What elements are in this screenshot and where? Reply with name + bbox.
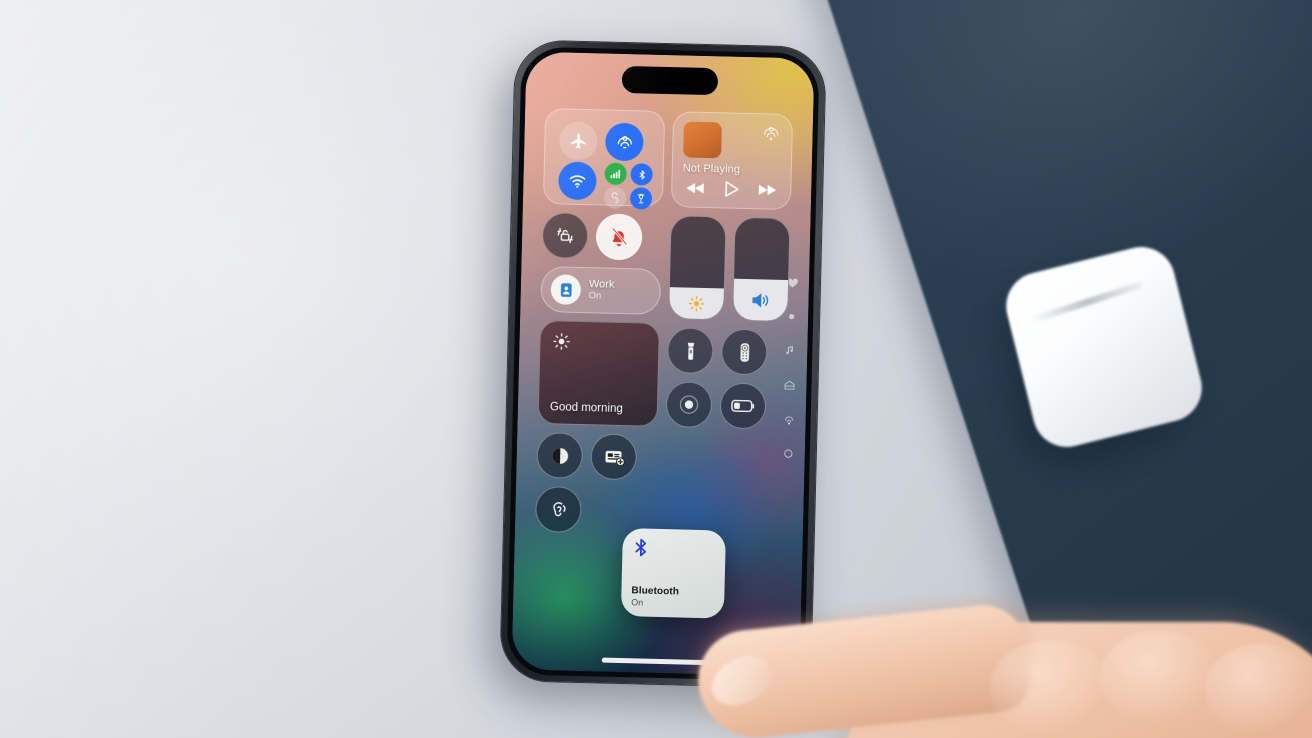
rewind-button[interactable] (686, 182, 705, 195)
cellular-data-button[interactable] (604, 162, 627, 186)
connectivity-module (542, 108, 666, 210)
knuckle (1205, 644, 1312, 734)
now-playing-module[interactable]: Not Playing (670, 111, 794, 211)
shortcut-widget-good-morning[interactable]: Good morning (537, 319, 661, 427)
dark-mode-button[interactable] (536, 431, 584, 480)
apple-tv-remote-button[interactable] (720, 328, 768, 376)
airpods-seam (1030, 281, 1143, 324)
silent-mode-button[interactable] (595, 213, 643, 261)
quick-note-button[interactable] (590, 433, 638, 481)
now-playing-title: Not Playing (682, 162, 741, 176)
media-controls (682, 179, 780, 198)
airplay-icon[interactable] (760, 123, 782, 145)
satellite-button[interactable] (629, 187, 653, 210)
focus-mode-pill[interactable]: Work On (540, 265, 662, 315)
work-focus-icon (550, 274, 582, 305)
knuckle (1100, 630, 1220, 725)
sun-icon (551, 331, 647, 353)
airplane-mode-button[interactable] (558, 121, 598, 161)
focus-mode-text: Work On (588, 278, 615, 302)
toggle-row (541, 212, 663, 261)
sliders-row (668, 215, 791, 323)
fingernail (703, 646, 779, 715)
album-art (683, 121, 722, 159)
airdrop-button[interactable] (604, 122, 644, 162)
scene-photo: Work On Good morning Not Playing Bluetoo… (0, 0, 1312, 738)
phone-screen[interactable]: Work On Good morning Not Playing Bluetoo… (511, 51, 815, 677)
shortcut-label: Good morning (549, 401, 623, 416)
bluetooth-button[interactable] (630, 163, 653, 186)
screen-recording-button[interactable] (665, 381, 713, 429)
low-power-mode-button[interactable] (719, 382, 767, 430)
utilities-row-1 (666, 327, 788, 376)
bluetooth-popup-title: Bluetooth (631, 585, 680, 598)
personal-hotspot-button[interactable] (603, 186, 627, 210)
focus-mode-state: On (588, 290, 602, 302)
accessibility-row-1 (536, 431, 657, 481)
brightness-slider[interactable] (668, 215, 727, 321)
now-playing-top (683, 121, 782, 159)
hearing-button[interactable] (534, 485, 582, 534)
fast-forward-button[interactable] (757, 183, 777, 196)
rotation-lock-button[interactable] (541, 212, 589, 260)
play-button[interactable] (724, 180, 739, 197)
accessibility-row-2 (534, 485, 656, 535)
hand (690, 600, 1312, 738)
knuckle (990, 640, 1110, 735)
utilities-row-2 (665, 381, 786, 430)
bluetooth-icon (632, 537, 715, 559)
iphone: Work On Good morning Not Playing Bluetoo… (500, 40, 826, 688)
volume-slider-fill (733, 278, 789, 322)
wifi-button[interactable] (557, 161, 597, 201)
dynamic-island (621, 65, 719, 96)
volume-slider[interactable] (732, 216, 791, 323)
brightness-slider-fill (669, 287, 724, 320)
flashlight-button[interactable] (666, 327, 714, 375)
utilities-grid (665, 327, 787, 430)
